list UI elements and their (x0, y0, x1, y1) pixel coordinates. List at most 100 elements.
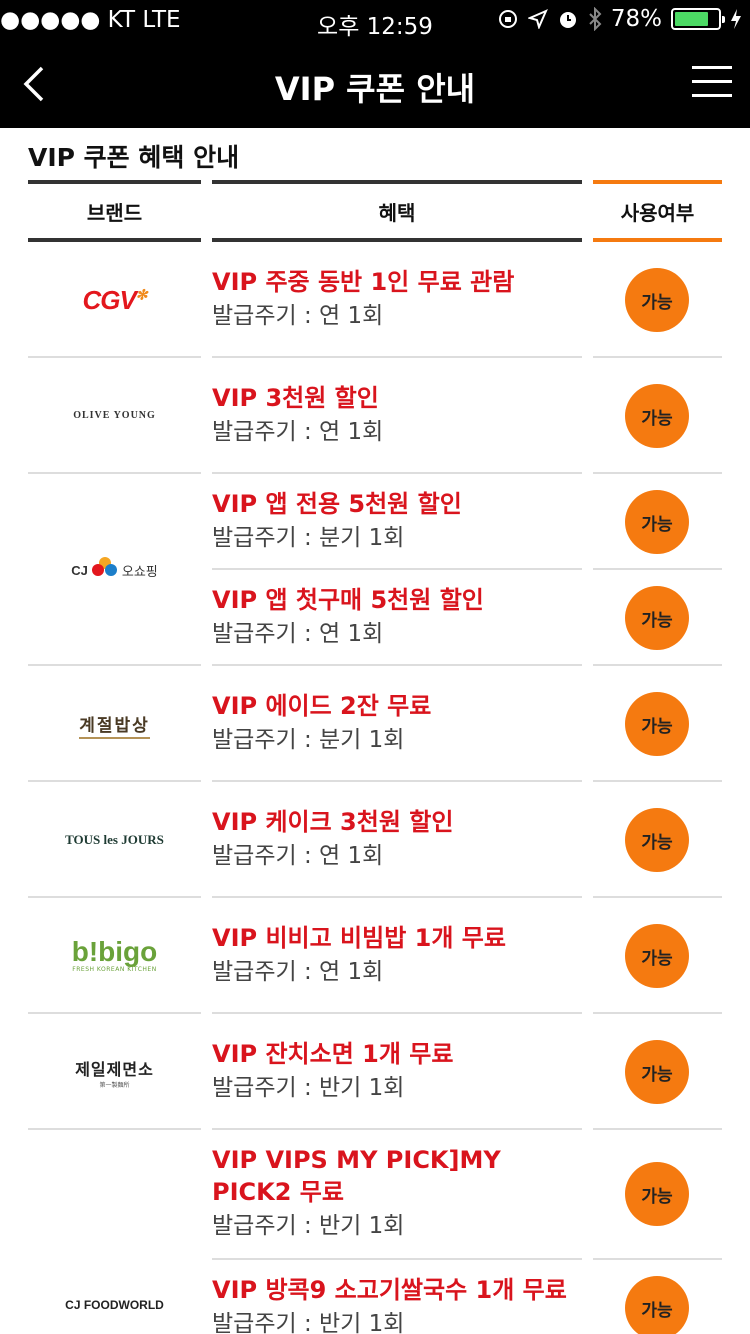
coupon-cycle: 발급주기 : 반기 1회 (212, 1075, 405, 1101)
row-divider (593, 356, 722, 358)
lock-rotation-icon (498, 10, 517, 28)
row-divider (593, 780, 722, 782)
coupon-title: VIP 주중 동반 1인 무료 관람 (212, 268, 515, 296)
cj-oshopping-logo: CJ 오쇼핑 (71, 557, 158, 583)
row-divider (593, 896, 722, 898)
row-divider (212, 780, 582, 782)
battery-percent: 78% (610, 6, 662, 32)
coupon-cycle: 발급주기 : 분기 1회 (212, 525, 405, 551)
charging-icon (731, 9, 741, 29)
row-divider (212, 1012, 582, 1014)
row-divider (28, 356, 201, 358)
row-divider (28, 472, 201, 474)
bibigo-logo: b!bigo FRESH KOREAN KITCHEN (71, 935, 158, 973)
status-bar: ●●●●● KT LTE 오후 12:59 78% (0, 0, 750, 40)
row-divider (212, 472, 582, 474)
hamburger-line (692, 80, 732, 83)
coupon-cycle: 발급주기 : 연 1회 (212, 303, 384, 329)
coupon-item[interactable]: VIP 방콕9 소고기쌀국수 1개 무료 발급주기 : 반기 1회 (212, 1274, 582, 1334)
status-badge[interactable]: 가능 (625, 490, 689, 554)
status-badge[interactable]: 가능 (625, 924, 689, 988)
row-divider (593, 472, 722, 474)
coupon-item[interactable]: VIP 주중 동반 1인 무료 관람 발급주기 : 연 1회 (212, 266, 582, 332)
cgv-logo: CGV✻ (82, 284, 147, 315)
bibigo-logo-sub: FRESH KOREAN KITCHEN (72, 965, 157, 973)
header-brand: 브랜드 (28, 180, 201, 242)
row-divider (28, 780, 201, 782)
coupon-title: VIP 앱 첫구매 5천원 할인 (212, 586, 484, 614)
brand-logo-jeil-jemyunso: 제일제면소 第一製麵所 (28, 1045, 201, 1100)
row-divider (28, 664, 201, 666)
row-divider (593, 1258, 722, 1260)
coupon-title: VIP 에이드 2잔 무료 (212, 692, 432, 720)
row-divider (28, 1128, 201, 1130)
status-badge[interactable]: 가능 (625, 808, 689, 872)
coupon-item[interactable]: VIP 에이드 2잔 무료 발급주기 : 분기 1회 (212, 690, 582, 756)
brand-logo-cj-foodworld: CJ FOODWORLD (28, 1285, 201, 1325)
cj-foodworld-logo: CJ FOODWORLD (65, 1298, 164, 1312)
cj-dots-icon (91, 557, 118, 583)
coupon-title: VIP 비비고 비빔밥 1개 무료 (212, 924, 506, 952)
tous-les-jours-logo: TOUS les JOURS (65, 832, 164, 847)
coupon-item[interactable]: VIP 잔치소면 1개 무료 발급주기 : 반기 1회 (212, 1038, 582, 1104)
bibigo-logo-text: b!bigo (71, 935, 158, 967)
coupon-item[interactable]: VIP 앱 첫구매 5천원 할인 발급주기 : 연 1회 (212, 584, 582, 650)
status-badge[interactable]: 가능 (625, 692, 689, 756)
season-table-logo: 계절밥상 (79, 711, 150, 739)
coupon-title: VIP 앱 전용 5천원 할인 (212, 490, 462, 518)
battery-icon (671, 8, 725, 30)
status-badge[interactable]: 가능 (625, 586, 689, 650)
brand-logo-cgv: CGV✻ (28, 270, 201, 330)
coupon-cycle: 발급주기 : 분기 1회 (212, 727, 405, 753)
row-divider (212, 664, 582, 666)
row-divider (593, 664, 722, 666)
section-title: VIP 쿠폰 혜택 안내 (28, 143, 240, 172)
row-divider (593, 1128, 722, 1130)
brand-logo-tous-les-jours: TOUS les JOURS (28, 815, 201, 865)
coupon-cycle: 발급주기 : 연 1회 (212, 843, 384, 869)
coupon-title: VIP 3천원 할인 (212, 384, 379, 412)
oshopping-text: 오쇼핑 (121, 563, 158, 579)
location-icon (527, 9, 548, 29)
row-divider (593, 568, 722, 570)
coupon-cycle: 발급주기 : 연 1회 (212, 959, 384, 985)
alarm-icon (559, 12, 576, 28)
status-badge[interactable]: 가능 (625, 1040, 689, 1104)
coupon-cycle: 발급주기 : 연 1회 (212, 621, 384, 647)
row-divider (212, 356, 582, 358)
row-divider (28, 896, 201, 898)
status-badge[interactable]: 가능 (625, 384, 689, 448)
jeil-logo-text: 제일제면소 (75, 1060, 154, 1079)
coupon-item[interactable]: VIP 3천원 할인 발급주기 : 연 1회 (212, 382, 582, 448)
cgv-logo-text: CGV (82, 284, 136, 315)
status-badge[interactable]: 가능 (625, 1162, 689, 1226)
brand-logo-cj-oshopping: CJ 오쇼핑 (28, 540, 201, 600)
page-title: VIP 쿠폰 안내 (274, 70, 476, 108)
brand-logo-season-table: 계절밥상 (28, 700, 201, 750)
coupon-title: VIP 방콕9 소고기쌀국수 1개 무료 (212, 1276, 567, 1304)
row-divider (593, 1012, 722, 1014)
coupon-title: VIP 잔치소면 1개 무료 (212, 1040, 454, 1068)
coupon-item[interactable]: VIP 앱 전용 5천원 할인 발급주기 : 분기 1회 (212, 488, 582, 554)
brand-logo-oliveyoung: OLIVE YOUNG (28, 390, 201, 440)
cj-logo-text: CJ (71, 562, 88, 578)
coupon-item[interactable]: VIP 비비고 비빔밥 1개 무료 발급주기 : 연 1회 (212, 922, 582, 988)
oliveyoung-logo: OLIVE YOUNG (73, 409, 156, 421)
hamburger-menu-icon (692, 66, 732, 69)
jeil-logo-sub: 第一製麵所 (99, 1082, 130, 1089)
status-icons: 78% (497, 6, 742, 32)
coupon-cycle: 발급주기 : 반기 1회 (212, 1213, 405, 1239)
jeil-jemyunso-logo: 제일제면소 第一製麵所 (75, 1056, 154, 1089)
status-badge[interactable]: 가능 (625, 1276, 689, 1334)
coupon-cycle: 발급주기 : 반기 1회 (212, 1311, 405, 1334)
coupon-item[interactable]: VIP 케이크 3천원 할인 발급주기 : 연 1회 (212, 806, 582, 872)
status-badge[interactable]: 가능 (625, 268, 689, 332)
row-divider (212, 1128, 582, 1130)
row-divider (212, 1258, 582, 1260)
menu-button[interactable] (692, 66, 732, 100)
coupon-item[interactable]: VIP VIPS MY PICK]MY PICK2 무료 발급주기 : 반기 1… (212, 1144, 582, 1242)
coupon-cycle: 발급주기 : 연 1회 (212, 419, 384, 445)
coupon-title: VIP 케이크 3천원 할인 (212, 808, 454, 836)
header-usage: 사용여부 (593, 180, 722, 242)
row-divider (212, 568, 582, 570)
